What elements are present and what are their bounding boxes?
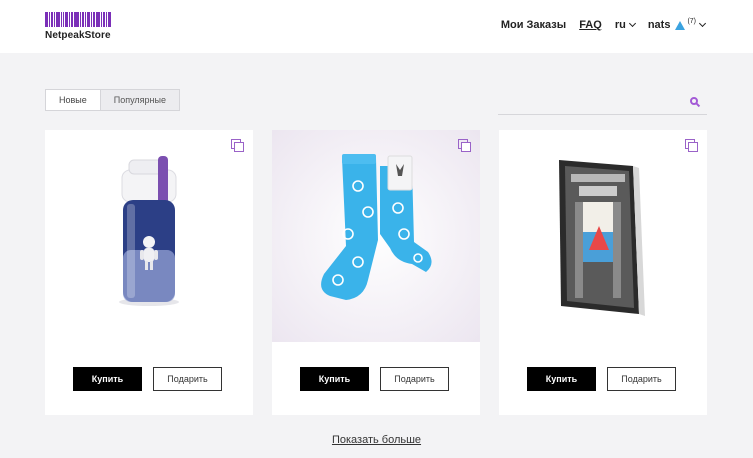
buy-button[interactable]: Купить	[73, 367, 142, 391]
chevron-down-icon	[698, 19, 707, 28]
gift-button[interactable]: Подарить	[607, 367, 676, 391]
copy-icon[interactable]	[231, 139, 244, 152]
product-image-bottle[interactable]	[45, 130, 253, 342]
search-input[interactable]	[498, 90, 707, 115]
language-label: ru	[614, 19, 626, 31]
logo-text: NetpeakStore	[45, 30, 111, 41]
tab-popular[interactable]: Популярные	[99, 89, 180, 111]
show-more-container: Показать больше	[0, 434, 753, 446]
gift-button[interactable]: Подарить	[153, 367, 222, 391]
gift-button[interactable]: Подарить	[380, 367, 449, 391]
username: nats	[647, 19, 671, 31]
my-orders-link[interactable]: Мои Заказы	[501, 19, 566, 31]
user-count-badge: (7)	[687, 18, 696, 25]
buy-button[interactable]: Купить	[527, 367, 596, 391]
product-image-socks[interactable]	[272, 130, 480, 342]
copy-icon[interactable]	[685, 139, 698, 152]
product-card: Купить Подарить	[45, 130, 253, 415]
product-image-book[interactable]	[499, 130, 707, 342]
user-menu[interactable]: nats (7)	[647, 18, 707, 31]
faq-link[interactable]: FAQ	[579, 19, 602, 31]
chevron-down-icon	[628, 19, 636, 28]
search-icon[interactable]	[690, 97, 698, 105]
tab-new[interactable]: Новые	[45, 89, 101, 111]
sort-tabs: Новые Популярные	[45, 89, 180, 111]
top-nav: Мои Заказы FAQ ru nats (7)	[488, 18, 707, 31]
logo[interactable]: NetpeakStore	[45, 12, 112, 41]
language-selector[interactable]: ru	[614, 19, 636, 31]
product-card: Купить Подарить	[499, 130, 707, 415]
barcode-logo-icon	[45, 12, 112, 27]
site-header: NetpeakStore Мои Заказы FAQ ru nats (7)	[0, 0, 753, 53]
copy-icon[interactable]	[458, 139, 471, 152]
buy-button[interactable]: Купить	[300, 367, 369, 391]
product-card: Купить Подарить	[272, 130, 480, 415]
triangle-icon	[675, 20, 686, 30]
show-more-link[interactable]: Показать больше	[332, 434, 421, 446]
